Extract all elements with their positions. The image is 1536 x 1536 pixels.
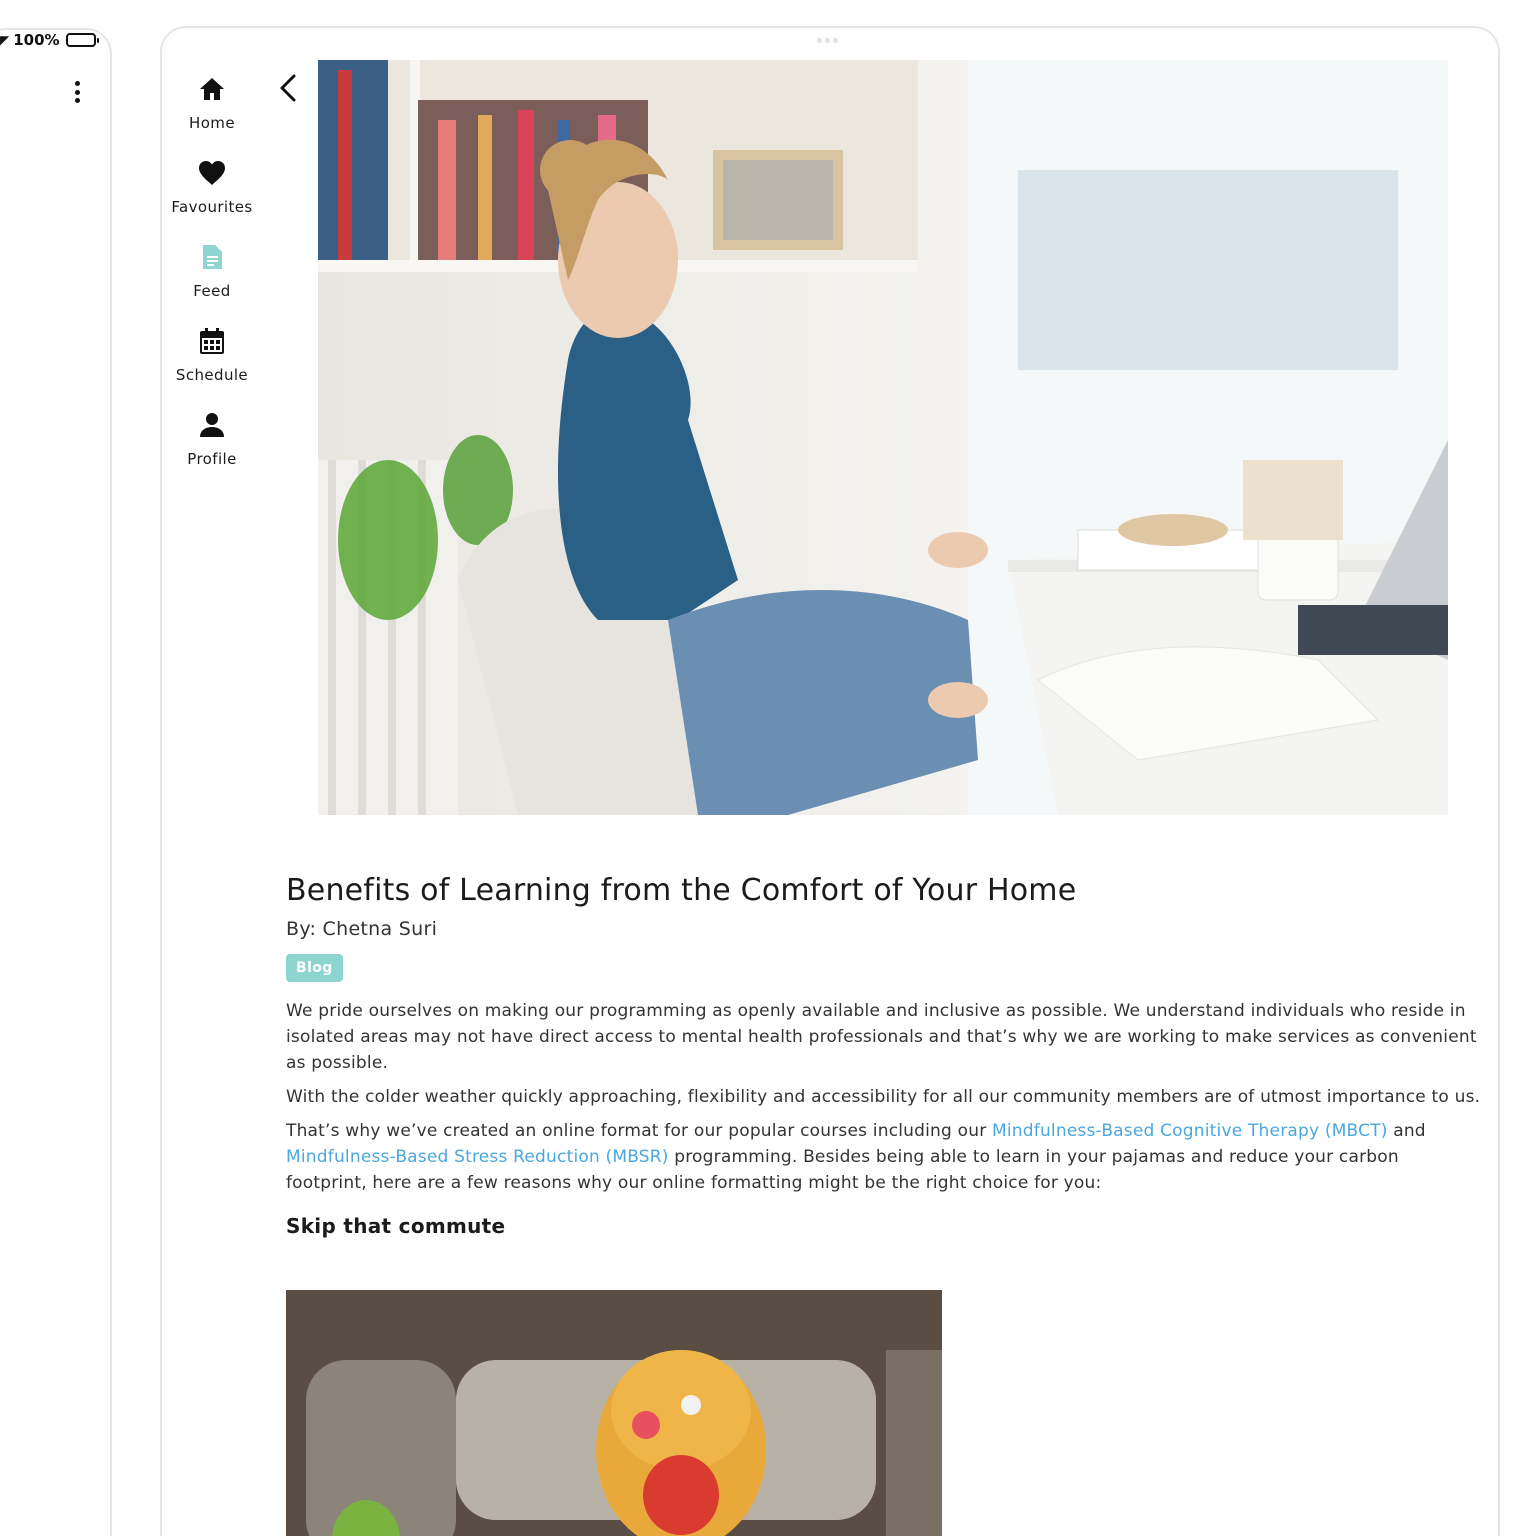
nav-label-favourites: Favourites	[171, 198, 253, 216]
paragraph-3-text-between: and	[1387, 1121, 1426, 1141]
nav-item-schedule[interactable]: Schedule	[162, 320, 262, 404]
section-heading: Skip that commute	[286, 1214, 506, 1238]
category-tag[interactable]: Blog	[286, 954, 343, 982]
nav-label-home: Home	[189, 114, 235, 132]
paragraph-3-text-before: That’s why we’ve created an online forma…	[286, 1121, 992, 1141]
link-mbsr[interactable]: Mindfulness-Based Stress Reduction (MBSR…	[286, 1147, 669, 1167]
nav-label-schedule: Schedule	[175, 366, 249, 384]
nav-item-home[interactable]: Home	[162, 68, 262, 152]
article-image-puppet-driving	[286, 1290, 942, 1536]
background-app-panel	[0, 28, 112, 1536]
chevron-left-icon	[280, 74, 296, 102]
back-button[interactable]	[274, 70, 302, 106]
nav-label-feed: Feed	[193, 282, 231, 300]
heart-icon	[197, 158, 227, 188]
article-byline: By: Chetna Suri	[286, 918, 438, 940]
nav-label-profile: Profile	[187, 450, 237, 468]
nav-rail: Home Favourites Feed Schedule Profile	[162, 68, 262, 488]
hero-image-woman-meditating	[318, 60, 1448, 815]
wifi-icon: ◤	[0, 33, 10, 47]
battery-percentage: 100%	[13, 31, 60, 49]
status-bar: ◤ 100%	[0, 30, 99, 50]
article-paragraph-3: That’s why we’ve created an online forma…	[286, 1118, 1481, 1196]
home-icon	[197, 74, 227, 104]
app-window: Home Favourites Feed Schedule Profile Be…	[160, 26, 1500, 1536]
window-grab-handle[interactable]	[817, 38, 838, 43]
calendar-icon	[197, 326, 227, 356]
article-paragraph-1: We pride ourselves on making our program…	[286, 1001, 1477, 1073]
more-options-icon[interactable]	[68, 78, 86, 106]
nav-item-favourites[interactable]: Favourites	[162, 152, 262, 236]
article-paragraph-2: With the colder weather quickly approach…	[286, 1087, 1481, 1107]
battery-icon	[65, 33, 99, 47]
nav-item-profile[interactable]: Profile	[162, 404, 262, 488]
link-mbct[interactable]: Mindfulness-Based Cognitive Therapy (MBC…	[992, 1121, 1388, 1141]
nav-item-feed[interactable]: Feed	[162, 236, 262, 320]
article: Benefits of Learning from the Comfort of…	[286, 873, 1481, 1238]
article-title: Benefits of Learning from the Comfort of…	[286, 873, 1077, 908]
document-icon	[197, 242, 227, 272]
person-icon	[197, 410, 227, 440]
